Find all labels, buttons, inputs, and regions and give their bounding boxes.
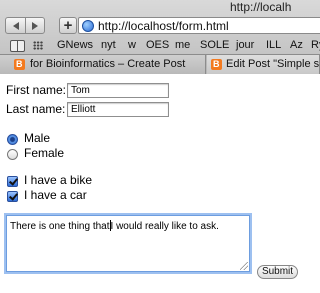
blogger-icon [211, 55, 222, 73]
bookmarks-book-icon[interactable] [10, 40, 25, 52]
page-content: First name: Last name: Male Female I hav… [0, 75, 320, 293]
tab-bar: for Bioinformatics – Create Post Edit Po… [0, 54, 320, 74]
car-checkbox[interactable] [7, 191, 18, 202]
forward-button[interactable] [25, 18, 44, 33]
message-textarea[interactable]: There is one thing thatI would really li… [6, 215, 250, 272]
arrow-left-icon [12, 21, 19, 30]
bookmark-w[interactable]: w [128, 39, 136, 51]
top-sites-grid-icon[interactable] [33, 41, 43, 50]
address-text: http://localhost/form.html [98, 19, 229, 33]
nav-button-group [5, 17, 45, 34]
globe-icon [82, 20, 94, 32]
bookmarks-bar: GNews nyt w OES me SOLE jour ILL Az Ry [0, 38, 320, 54]
bike-label: I have a bike [24, 173, 93, 187]
bookmark-me[interactable]: me [175, 39, 190, 51]
back-button[interactable] [6, 18, 25, 33]
new-tab-button[interactable]: + [59, 17, 77, 34]
blogger-icon [14, 55, 25, 73]
male-radio[interactable] [7, 134, 18, 145]
window-title: http://localh [230, 0, 292, 14]
arrow-right-icon [32, 21, 38, 30]
last-name-field[interactable] [67, 102, 169, 117]
car-label: I have a car [24, 188, 87, 202]
bookmark-sole[interactable]: SOLE [200, 39, 229, 51]
bookmark-jour[interactable]: jour [236, 39, 254, 51]
male-label: Male [24, 131, 51, 145]
tab-create-post[interactable]: for Bioinformatics – Create Post [0, 55, 206, 74]
resize-grip-icon[interactable] [240, 262, 248, 270]
first-name-label: First name: [6, 83, 67, 97]
bookmark-ill[interactable]: ILL [266, 39, 281, 51]
address-bar[interactable]: http://localhost/form.html [78, 17, 320, 34]
bookmark-az[interactable]: Az [290, 39, 303, 51]
bookmark-oes[interactable]: OES [146, 39, 169, 51]
last-name-label: Last name: [6, 102, 66, 116]
tab-label: Edit Post "Simple se [226, 58, 320, 70]
bookmark-gnews[interactable]: GNews [57, 39, 93, 51]
title-bar: http://localh [0, 0, 320, 14]
female-radio[interactable] [7, 149, 18, 160]
browser-chrome: http://localh + http://localhost/form.ht… [0, 0, 320, 74]
message-text-before-caret: There is one thing that [10, 221, 110, 232]
navigation-toolbar: + http://localhost/form.html [0, 15, 320, 37]
bookmark-ry[interactable]: Ry [311, 39, 320, 51]
message-text-after-caret: I would really like to ask. [110, 221, 219, 232]
first-name-field[interactable] [67, 83, 169, 98]
tab-label: for Bioinformatics – Create Post [30, 58, 186, 70]
submit-button[interactable]: Submit [257, 265, 298, 279]
bike-checkbox[interactable] [7, 176, 18, 187]
female-label: Female [24, 146, 65, 160]
tab-edit-post[interactable]: Edit Post "Simple se [207, 55, 320, 74]
bookmark-nyt[interactable]: nyt [101, 39, 116, 51]
